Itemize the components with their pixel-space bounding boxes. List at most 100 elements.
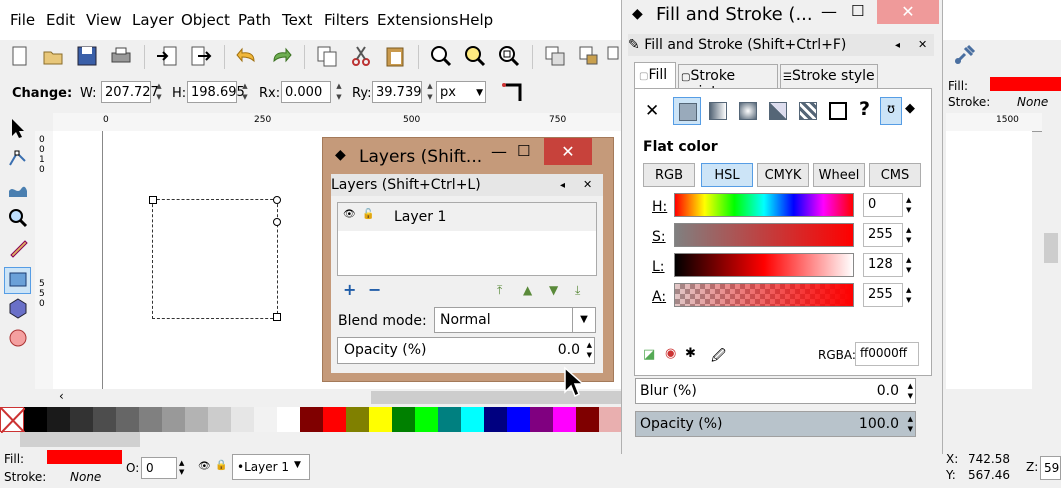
menu-filters[interactable]: Filters [324,11,369,29]
scrollbar-thumb[interactable] [371,391,623,404]
mode-cms-button[interactable]: CMS [869,163,921,187]
palette-swatch[interactable] [507,407,530,432]
linear-gradient-icon[interactable] [705,98,729,122]
palette-swatch[interactable] [576,407,599,432]
alpha-spinner[interactable]: ▲ ▼ [906,285,911,305]
selector-tool-icon[interactable] [4,117,31,144]
not-rounded-icon[interactable] [500,79,526,105]
palette-swatch[interactable] [208,407,231,432]
height-input[interactable]: 198.695 [187,81,245,103]
raise-to-top-icon[interactable]: ⤒ [497,283,502,298]
lightness-input[interactable]: 128 [863,253,903,277]
palette-swatch[interactable] [553,407,576,432]
ry-input[interactable]: 39.739 [372,81,422,103]
menu-object[interactable]: Object [181,11,230,29]
rx-input[interactable]: 0.000 [281,81,331,103]
palette-swatch[interactable] [415,407,438,432]
palette-swatch[interactable] [185,407,208,432]
cut-icon[interactable] [348,43,374,69]
corner-radius-handle[interactable] [273,196,281,204]
import-icon[interactable] [154,43,180,69]
3d-box-tool-icon[interactable] [4,297,31,324]
width-spinner[interactable]: ▲ ▼ [153,81,165,103]
resize-handle[interactable] [149,196,157,204]
paste-icon[interactable] [382,43,408,69]
saturation-slider[interactable] [674,223,854,247]
scroll-left-icon[interactable]: ‹ [59,389,64,403]
layer-lock-icon[interactable]: 🔓 [362,209,374,220]
rgba-input[interactable]: ff0000ff [855,342,919,366]
saturation-input[interactable]: 255 [863,223,903,247]
copy-icon[interactable] [314,43,340,69]
palette-swatch[interactable] [254,407,277,432]
zoom-input[interactable]: 59 [1040,456,1061,480]
layer-opacity-field[interactable]: Opacity (%) 0.0 ▲ ▼ [337,337,595,364]
lightness-spinner[interactable]: ▲ ▼ [906,255,911,275]
new-document-icon[interactable] [6,43,32,69]
export-icon[interactable] [188,43,214,69]
palette-swatch[interactable] [369,407,392,432]
horizontal-scrollbar[interactable]: ‹ [53,389,623,406]
selected-rectangle[interactable] [152,199,278,319]
palette-swatch[interactable] [599,407,622,432]
mode-rgb-button[interactable]: RGB [643,163,695,187]
undo-icon[interactable] [234,43,260,69]
palette-swatch[interactable] [530,407,553,432]
flat-color-icon[interactable] [673,97,701,125]
palette-swatch[interactable] [139,407,162,432]
fill-rule-nonzero-icon[interactable]: ◆ [905,101,915,116]
maximize-icon[interactable]: ☐ [517,142,530,160]
palette-swatch[interactable] [116,407,139,432]
palette-swatch[interactable] [24,407,47,432]
hue-input[interactable]: 0 [863,193,903,217]
menu-text[interactable]: Text [282,11,312,29]
no-paint-swatch[interactable] [0,407,25,433]
eye-icon[interactable]: 👁 [198,461,211,472]
unit-select[interactable]: px ▼ [436,81,486,103]
mesh-gradient-icon[interactable] [765,98,789,122]
menu-edit[interactable]: Edit [46,11,75,29]
palette-swatch[interactable] [484,407,507,432]
zoom-drawing-icon[interactable] [462,43,488,69]
layer-name[interactable]: Layer 1 [394,209,446,225]
minimize-icon[interactable]: — [821,2,837,21]
palette-swatch[interactable] [392,407,415,432]
panel-close-icon[interactable]: ✕ [583,174,592,196]
object-opacity-spinner[interactable]: ▲ ▼ [908,414,913,434]
scrollbar-thumb[interactable] [1044,233,1058,263]
unset-paint-icon[interactable]: ? [859,98,870,120]
stroke-value[interactable]: None [1017,95,1048,109]
stroke-indicator-value[interactable]: None [70,470,101,484]
palette-swatch[interactable] [300,407,323,432]
lower-layer-icon[interactable]: ▼ [549,283,558,297]
panel-iconify-icon[interactable]: ◂ [895,35,900,57]
drawing-canvas-right[interactable] [946,131,1032,389]
pattern-icon[interactable] [795,98,819,122]
vertical-scrollbar[interactable] [1042,113,1061,389]
color-picker-icon[interactable]: 🖉 [711,345,726,369]
zoom-selection-icon[interactable] [428,43,454,69]
object-opacity-value[interactable]: 100.0 [859,412,899,436]
tab-stroke-style[interactable]: ☰Stroke style [780,64,878,89]
saturation-spinner[interactable]: ▲ ▼ [906,225,911,245]
rx-spinner[interactable]: ▲ ▼ [333,81,345,103]
menu-extensions[interactable]: Extensions [377,11,458,29]
radial-gradient-icon[interactable] [735,98,759,122]
palette-swatch[interactable] [438,407,461,432]
height-spinner[interactable]: ▲ ▼ [239,81,251,103]
tab-stroke-paint[interactable]: ▢Stroke paint [678,64,778,100]
duplicate-icon[interactable] [542,43,568,69]
minimize-icon[interactable]: — [491,142,507,161]
panel-iconify-icon[interactable]: ◂ [560,175,565,197]
layer-visible-icon[interactable]: 👁 [343,209,356,220]
lower-to-bottom-icon[interactable]: ⤓ [575,283,580,298]
palette-swatch[interactable] [461,407,484,432]
zoom-page-icon[interactable] [496,43,522,69]
swatch-icon[interactable] [825,98,849,122]
zoom-tool-icon[interactable] [4,207,31,234]
tab-fill[interactable]: ▢Fill [634,62,676,89]
add-layer-icon[interactable]: + [343,280,356,299]
lightness-slider[interactable] [674,253,854,277]
node-tool-icon[interactable] [4,147,31,174]
width-input[interactable]: 207.727 [101,81,159,103]
